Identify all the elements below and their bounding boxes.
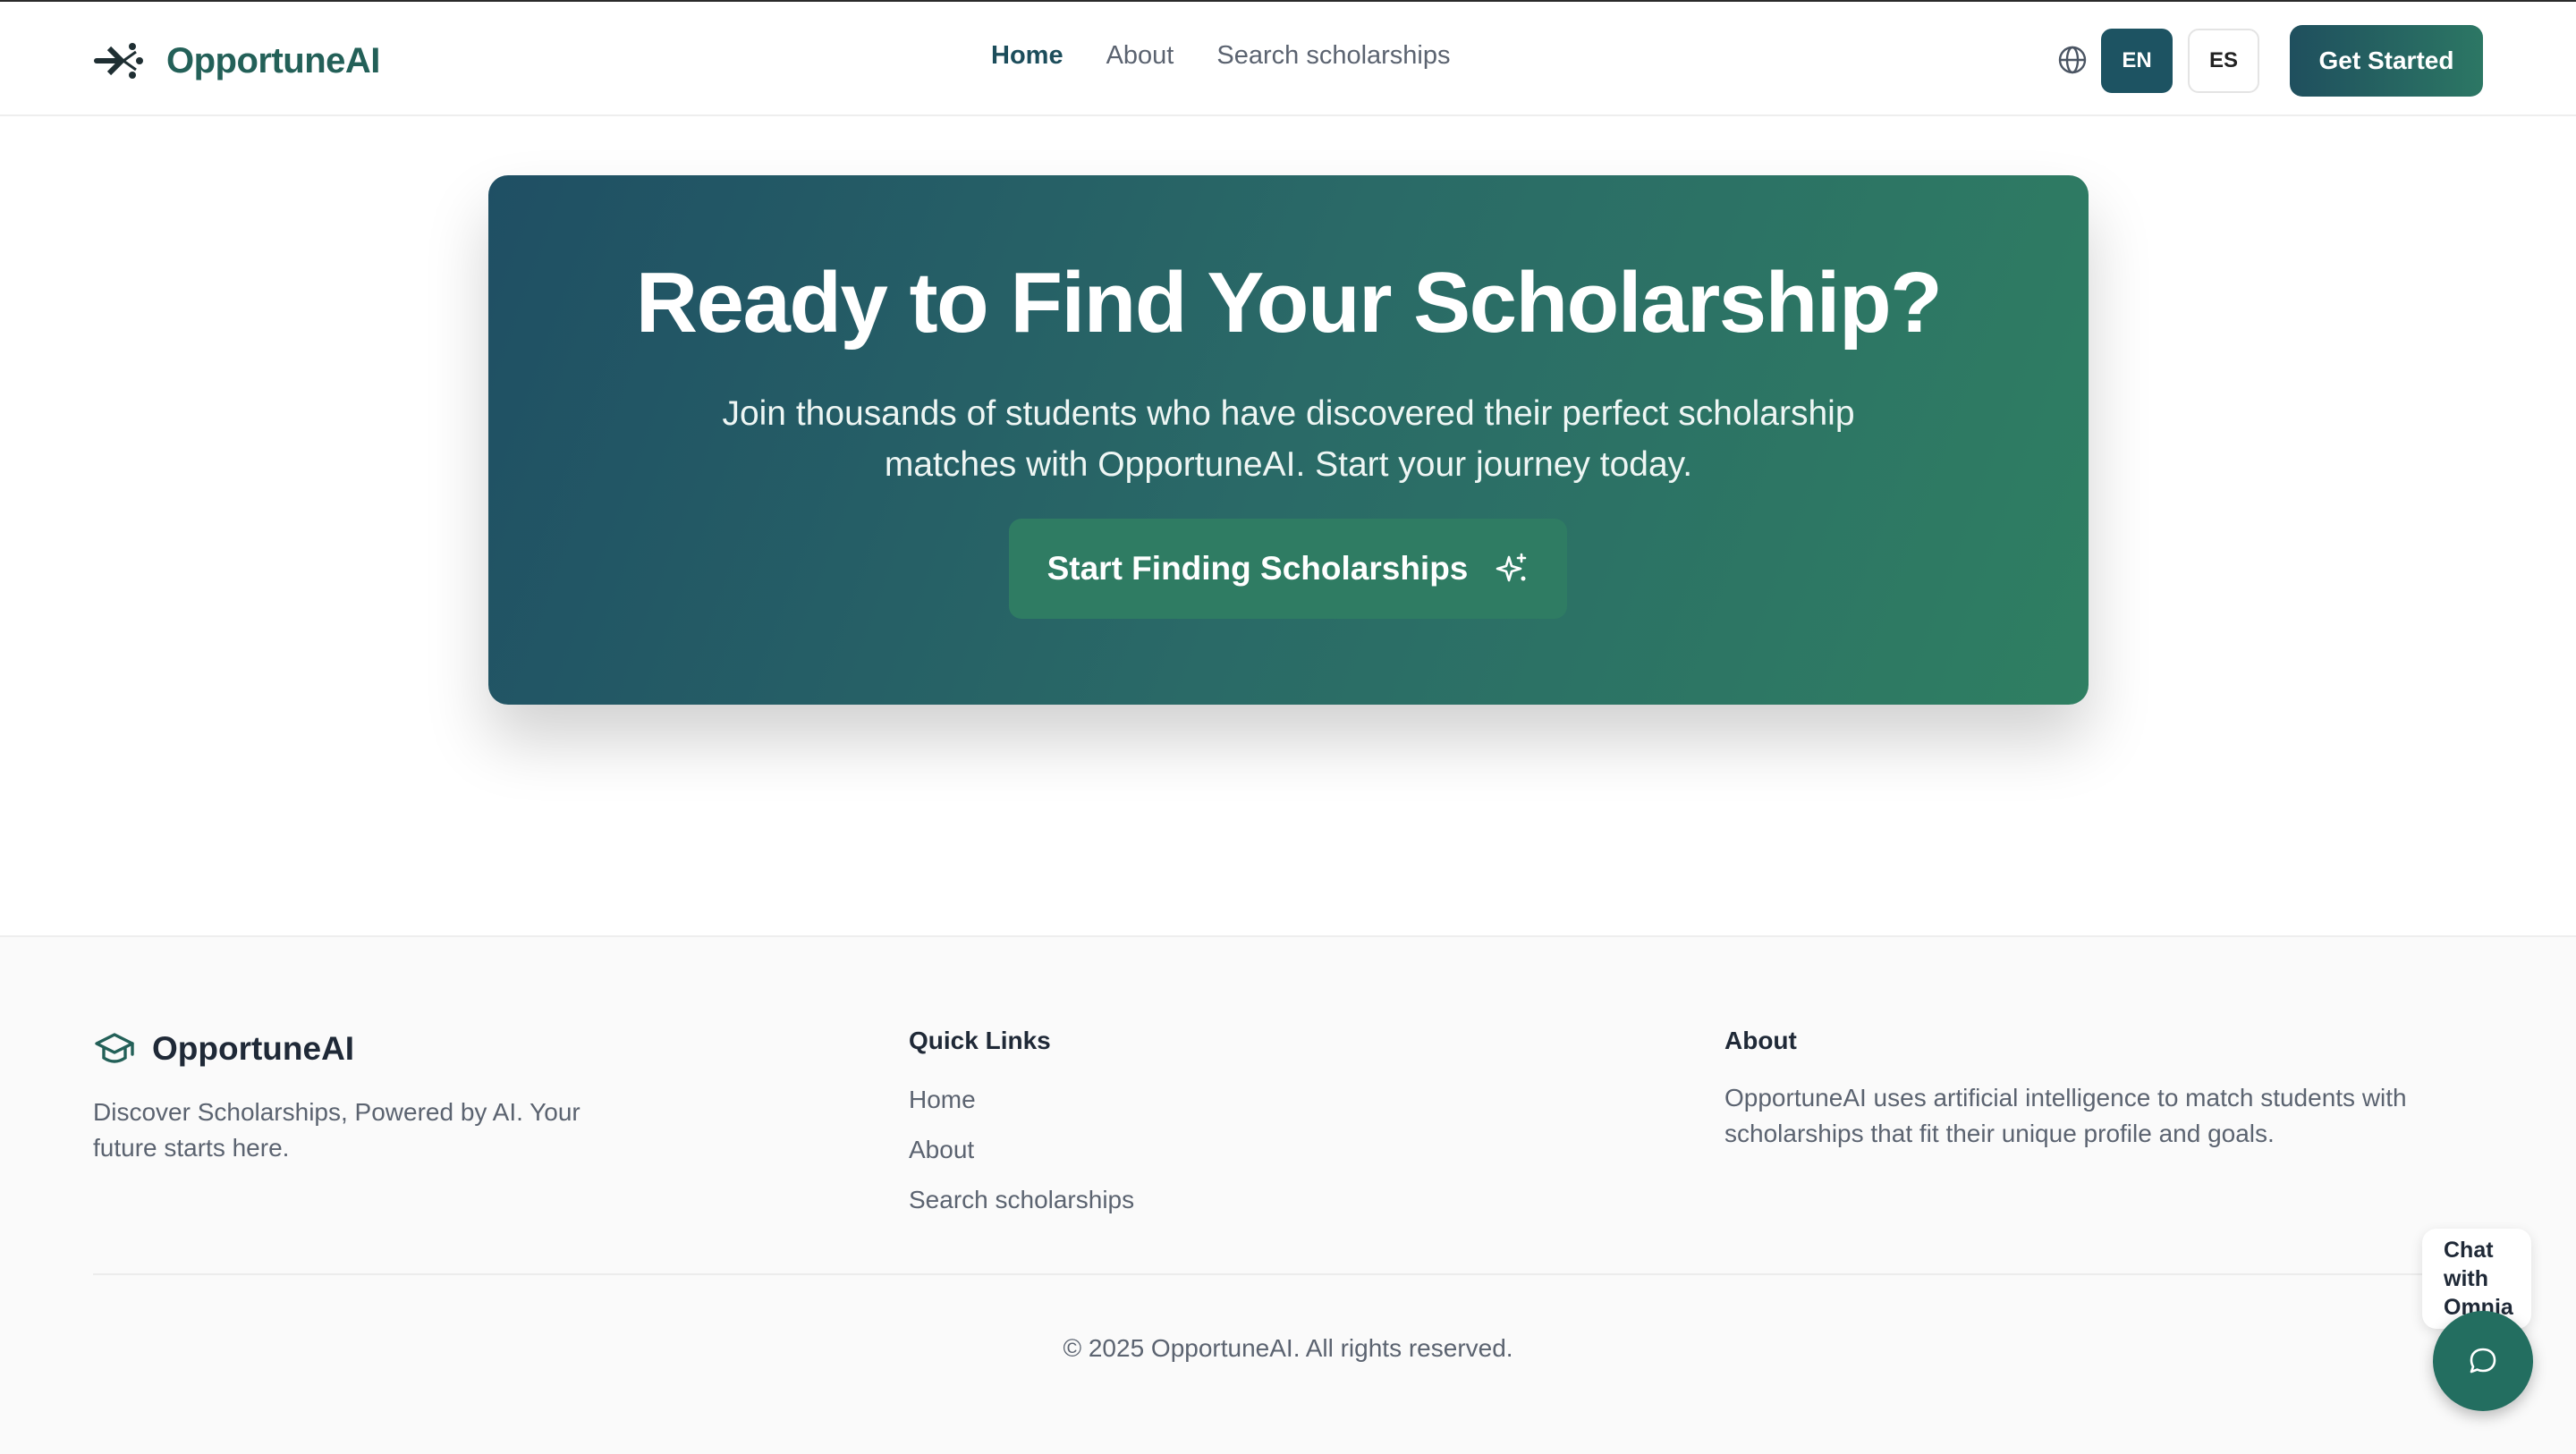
- chat-bubble-icon: [2470, 1348, 2496, 1374]
- copyright: © 2025 OpportuneAI. All rights reserved.: [1063, 1334, 1513, 1362]
- footer-link-home[interactable]: Home: [909, 1084, 1134, 1116]
- nav-home[interactable]: Home: [991, 41, 1063, 71]
- page: OpportuneAI Home About Search scholarshi…: [0, 0, 2576, 1454]
- chat-button[interactable]: [2433, 1311, 2533, 1411]
- sparkles-icon: [1496, 553, 1527, 582]
- main-nav: Home About Search scholarships: [991, 41, 1451, 71]
- language-es-button[interactable]: ES: [2188, 29, 2259, 93]
- brand-logo-link[interactable]: OpportuneAI: [93, 38, 380, 84]
- brand-arrow-icon: [94, 43, 143, 79]
- hero-subtitle: Join thousands of students who have disc…: [722, 394, 1855, 484]
- site-header: OpportuneAI Home About Search scholarshi…: [0, 2, 2576, 116]
- about-text: OpportuneAI uses artificial intelligence…: [1724, 1084, 2407, 1147]
- hero-title: Ready to Find Your Scholarship?: [635, 255, 1943, 351]
- quick-links-list: Home About Search scholarships: [909, 1084, 1134, 1216]
- graduation-cap-icon: [95, 1033, 134, 1063]
- quick-links-title: Quick Links: [909, 1027, 1051, 1054]
- hero-button-label: Start Finding Scholarships: [1046, 550, 1469, 587]
- site-footer: OpportuneAI Discover Scholarships, Power…: [0, 935, 2576, 1454]
- footer-brand-name: OpportuneAI: [152, 1030, 355, 1067]
- language-en-button[interactable]: EN: [2101, 29, 2173, 93]
- footer-link-search-scholarships[interactable]: Search scholarships: [909, 1184, 1134, 1216]
- nav-about[interactable]: About: [1106, 41, 1174, 71]
- brand-name: OpportuneAI: [166, 40, 380, 80]
- hero-banner: Ready to Find Your Scholarship? Join tho…: [488, 175, 2089, 705]
- footer-brand: OpportuneAI: [93, 1030, 354, 1068]
- start-finding-scholarships-button[interactable]: Start Finding Scholarships: [1009, 519, 1567, 619]
- footer-divider: [93, 1273, 2483, 1275]
- globe-icon: [2058, 46, 2087, 74]
- footer-link-about[interactable]: About: [909, 1134, 1134, 1166]
- about-title: About: [1724, 1027, 1797, 1054]
- nav-search-scholarships[interactable]: Search scholarships: [1216, 41, 1450, 71]
- footer-tagline: Discover Scholarships, Powered by AI. Yo…: [93, 1098, 580, 1162]
- get-started-button[interactable]: Get Started: [2290, 25, 2483, 97]
